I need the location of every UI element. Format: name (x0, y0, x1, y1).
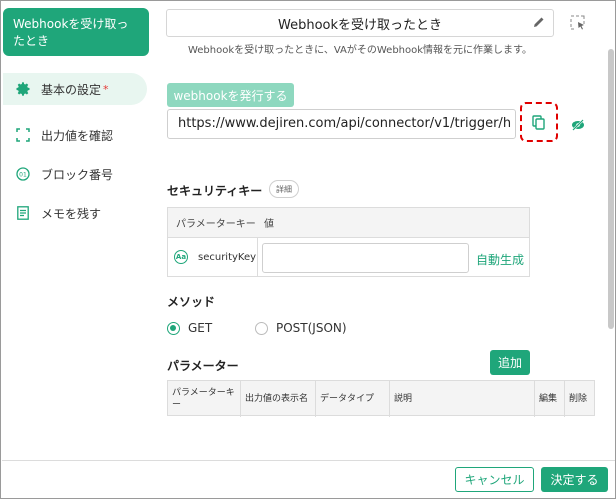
issue-webhook-button[interactable]: webhookを発行する (167, 83, 294, 107)
column-header-key: パラメーターキー (176, 219, 256, 230)
webhook-url-field[interactable]: https://www.dejiren.com/api/connector/v1… (167, 109, 516, 139)
column-header-param-key: パラメーターキー (168, 381, 241, 417)
footer-divider (2, 460, 615, 461)
radio-get[interactable]: GET (167, 321, 212, 335)
sidebar-item-label: 出力値を確認 (41, 128, 114, 143)
radio-label: GET (188, 321, 213, 335)
column-header-display-name: 出力値の表示名 (241, 381, 316, 417)
sidebar-item-output[interactable]: 出力値を確認 (3, 119, 113, 151)
sidebar-item-label: メモを残す (41, 206, 102, 221)
sidebar-item-memo[interactable]: メモを残す (3, 197, 101, 229)
column-header-value: 値 (264, 219, 274, 230)
required-mark: * (103, 82, 109, 96)
page-description: Webhookを受け取ったときに、VAがそのWebhook情報を元に作業します。 (187, 45, 533, 56)
copy-icon[interactable] (532, 115, 546, 131)
column-header-description: 説明 (390, 381, 535, 417)
column-header-data-type: データタイプ (316, 381, 390, 417)
table-header: パラメーターキー 値 (168, 208, 529, 238)
auto-generate-link[interactable]: 自動生成 (476, 251, 524, 268)
security-key-title: セキュリティキー (167, 184, 263, 198)
page-title: Webhookを受け取ったとき (277, 17, 443, 33)
security-key-table: パラメーターキー 値 Aa securityKey 自動生成 (167, 207, 530, 277)
add-parameter-button[interactable]: 追加 (490, 350, 530, 375)
parameters-table: パラメーターキー 出力値の表示名 データタイプ 説明 編集 削除 (167, 380, 595, 417)
detail-badge[interactable]: 詳細 (269, 180, 299, 198)
radio-unselected-icon (255, 321, 268, 335)
scrollbar[interactable] (608, 49, 614, 329)
parameters-title: パラメーター (167, 359, 239, 373)
divider (257, 238, 258, 276)
radio-post-json[interactable]: POST(JSON) (255, 321, 347, 335)
cancel-button[interactable]: キャンセル (455, 467, 534, 492)
decide-button[interactable]: 決定する (541, 467, 608, 492)
svg-text:01: 01 (19, 172, 27, 179)
gear-icon (15, 81, 31, 97)
sidebar-item-label: ブロック番号 (41, 167, 114, 182)
radio-selected-icon (167, 321, 180, 335)
column-header-edit: 編集 (535, 381, 565, 417)
select-cursor-icon[interactable] (570, 15, 586, 31)
block-title-input[interactable]: Webhookを受け取ったとき (166, 9, 554, 37)
pencil-icon[interactable] (533, 16, 545, 31)
radio-label: POST(JSON) (276, 321, 347, 335)
sidebar-item-block-number[interactable]: 01 ブロック番号 (3, 158, 113, 190)
number-circle-icon: 01 (15, 166, 31, 182)
sidebar-item-basic-settings[interactable]: 基本の設定 * (3, 73, 147, 105)
security-key-name: securityKey (198, 251, 257, 263)
eye-off-icon[interactable] (571, 117, 585, 131)
dialog: Webhookを受け取ったとき 基本の設定 * 出力値を確認 01 ブロック番号… (0, 0, 616, 499)
sidebar-header: Webhookを受け取ったとき (3, 8, 149, 56)
memo-icon (15, 205, 31, 221)
method-title: メソッド (167, 295, 216, 309)
frame-corners-icon (15, 127, 31, 143)
security-key-value-input[interactable] (262, 243, 469, 273)
column-header-delete: 削除 (569, 394, 588, 404)
sidebar-item-label: 基本の設定 (41, 82, 102, 97)
text-type-icon: Aa (174, 250, 188, 264)
